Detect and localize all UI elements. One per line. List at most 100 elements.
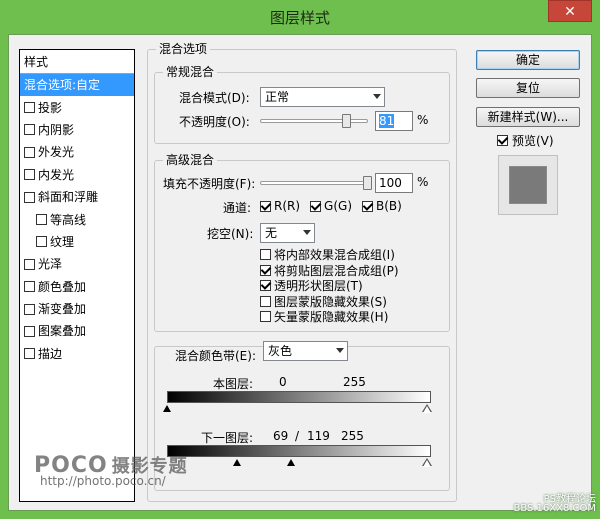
style-item-checkbox[interactable] — [24, 102, 35, 114]
blend-if-select[interactable]: 灰色 — [263, 341, 348, 361]
blend-mode-value: 正常 — [265, 90, 290, 104]
preview-checkbox[interactable] — [497, 135, 508, 146]
knockout-select[interactable]: 无 — [260, 223, 315, 243]
style-item-checkbox[interactable] — [24, 325, 35, 337]
this-layer-white-slider[interactable] — [423, 406, 431, 413]
channel-checkbox[interactable] — [310, 200, 322, 212]
general-blending-group: 常规混合 混合模式(D): 正常 不透明度(O): 81 % — [154, 65, 450, 144]
channel-option[interactable]: G(G) — [310, 199, 352, 213]
advanced-option-checkbox[interactable] — [260, 311, 271, 323]
advanced-option-label: 矢量蒙版隐藏效果(H) — [274, 310, 389, 325]
blend-if-value: 灰色 — [268, 344, 293, 358]
this-layer-black-slider[interactable] — [163, 405, 171, 412]
channel-label: R(R) — [274, 199, 301, 213]
title-bar: 图层样式 ✕ — [0, 0, 600, 34]
fill-opacity-slider[interactable] — [260, 181, 368, 185]
style-items: 混合选项:自定投影内阴影外发光 内发光 斜面和浮雕等高线纹理 光泽 颜色叠加 渐变叠加图案… — [20, 74, 134, 365]
style-preview-swatch — [509, 166, 547, 204]
advanced-option[interactable]: 透明形状图层(T) — [260, 278, 399, 294]
channel-option[interactable]: R(R) — [260, 199, 300, 213]
opacity-label: 不透明度(O): — [179, 115, 250, 129]
advanced-option-checkbox[interactable] — [260, 295, 271, 307]
advanced-option-checkbox[interactable] — [260, 264, 271, 276]
style-item[interactable]: 内发光 — [20, 164, 134, 186]
advanced-option[interactable]: 将内部效果混合成组(I) — [260, 247, 399, 263]
style-item-checkbox[interactable] — [24, 348, 35, 360]
blend-if-label: 混合颜色带(E): — [173, 347, 258, 364]
opacity-percent: % — [417, 113, 429, 127]
blend-mode-label: 混合模式(D): — [179, 91, 250, 105]
advanced-option-label: 将剪贴图层混合成组(P) — [274, 263, 399, 278]
chevron-down-icon — [373, 94, 381, 99]
style-item-checkbox[interactable] — [24, 191, 35, 203]
style-item-label: 描边 — [38, 346, 63, 361]
preview-checkbox-row[interactable]: 预览(V) — [497, 132, 554, 149]
close-button[interactable]: ✕ — [548, 0, 592, 22]
ok-button[interactable]: 确定 — [476, 50, 580, 70]
advanced-options-list: 将内部效果混合成组(I) 将剪贴图层混合成组(P) 透明形状图层(T) 图层蒙版隐藏效… — [260, 247, 399, 325]
advanced-option-checkbox[interactable] — [260, 280, 271, 292]
fill-opacity-slider-thumb[interactable] — [363, 176, 372, 190]
advanced-option-label: 透明形状图层(T) — [274, 279, 363, 294]
new-style-button[interactable]: 新建样式(W)... — [476, 107, 580, 127]
advanced-option-label: 将内部效果混合成组(I) — [274, 248, 395, 263]
style-item-checkbox[interactable] — [24, 124, 35, 136]
channel-checkbox[interactable] — [260, 200, 271, 212]
style-item-label: 内阴影 — [38, 122, 75, 137]
style-item[interactable]: 渐变叠加 — [20, 298, 134, 320]
style-list: 样式 混合选项:自定 投影 内阴影 外发光 内发光 斜面和浮雕 等高线 纹理 光泽 颜色叠加 渐变叠… — [19, 49, 135, 502]
blend-if-group: 混合颜色带(E): 灰色 本图层: 0 255 下一图层: 69 / 119 2… — [154, 341, 450, 491]
knockout-value: 无 — [265, 226, 278, 240]
fill-opacity-percent: % — [417, 175, 429, 189]
underlying-black-slider-right[interactable] — [287, 459, 295, 466]
fill-opacity-input[interactable]: 100 — [375, 173, 413, 193]
style-item[interactable]: 描边 — [20, 343, 134, 365]
underlying-mid: 119 — [307, 429, 330, 443]
underlying-white-slider[interactable] — [423, 460, 431, 467]
style-item-checkbox[interactable] — [24, 281, 35, 293]
underlying-black-slider-left[interactable] — [233, 459, 241, 466]
style-item[interactable]: 图案叠加 — [20, 320, 134, 342]
style-item-checkbox[interactable] — [24, 146, 35, 158]
style-item[interactable]: 投影 — [20, 96, 134, 118]
general-blending-title: 常规混合 — [163, 65, 218, 79]
advanced-option[interactable]: 图层蒙版隐藏效果(S) — [260, 294, 399, 310]
style-item-label: 投影 — [38, 100, 63, 115]
channels-label: 通道: — [223, 201, 252, 215]
style-item[interactable]: 颜色叠加 — [20, 276, 134, 298]
style-item-checkbox[interactable] — [36, 236, 47, 248]
style-item[interactable]: 混合选项:自定 — [20, 74, 134, 97]
channel-label: B(B) — [376, 199, 402, 213]
chevron-down-icon — [336, 348, 344, 353]
advanced-option[interactable]: 将剪贴图层混合成组(P) — [260, 263, 399, 279]
style-item-label: 图案叠加 — [38, 324, 87, 339]
reset-button[interactable]: 复位 — [476, 78, 580, 98]
style-item[interactable]: 外发光 — [20, 141, 134, 163]
blend-mode-select[interactable]: 正常 — [260, 87, 385, 107]
style-item[interactable]: 斜面和浮雕 — [20, 186, 134, 208]
channel-option[interactable]: B(B) — [362, 199, 402, 213]
style-item-label: 等高线 — [50, 212, 87, 227]
style-item[interactable]: 内阴影 — [20, 119, 134, 141]
channel-checkbox[interactable] — [362, 200, 374, 212]
channel-label: G(G) — [324, 199, 353, 213]
opacity-input[interactable]: 81 — [375, 111, 413, 131]
style-item-checkbox[interactable] — [24, 258, 35, 270]
style-item-checkbox[interactable] — [24, 169, 35, 181]
advanced-option[interactable]: 矢量蒙版隐藏效果(H) — [260, 309, 399, 325]
style-item-checkbox[interactable] — [36, 214, 47, 226]
style-item[interactable]: 纹理 — [20, 231, 134, 253]
style-item[interactable]: 等高线 — [20, 208, 134, 230]
underlying-low: 69 — [273, 429, 289, 443]
knockout-label: 挖空(N): — [207, 227, 254, 241]
opacity-slider-thumb[interactable] — [342, 114, 352, 128]
underlying-high: 255 — [341, 429, 364, 443]
opacity-slider[interactable] — [260, 119, 368, 123]
advanced-blending-title: 高级混合 — [163, 153, 218, 167]
advanced-option-checkbox[interactable] — [260, 249, 271, 261]
poco-watermark-url: http://photo.poco.cn/ — [40, 474, 166, 488]
style-item[interactable]: 光泽 — [20, 253, 134, 275]
style-item-checkbox[interactable] — [24, 303, 35, 315]
dialog-body: 样式 混合选项:自定 投影 内阴影 外发光 内发光 斜面和浮雕 等高线 纹理 光泽 颜色叠加 渐变叠… — [8, 34, 592, 511]
opacity-value: 81 — [379, 114, 395, 128]
